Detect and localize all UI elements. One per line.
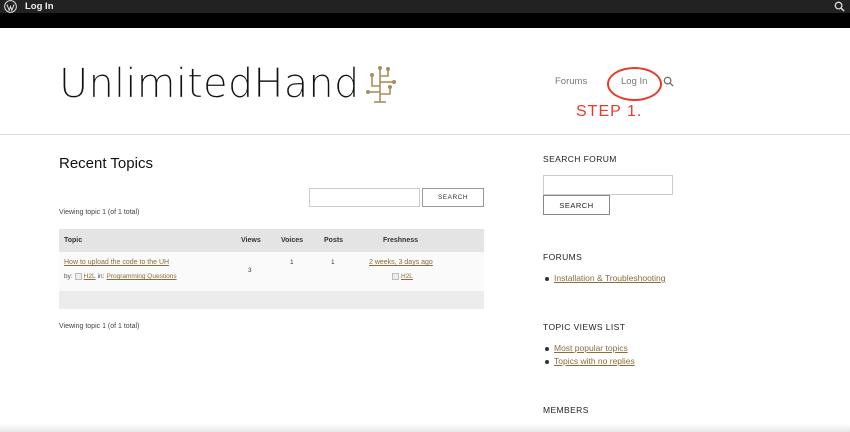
topic-views-heading: TOPIC VIEWS LIST (543, 322, 626, 332)
search-icon[interactable] (663, 76, 674, 87)
pagination-count: Viewing topic 1 (of 1 total) (59, 209, 140, 216)
adminbar-search-icon[interactable] (834, 1, 845, 12)
nav-forums[interactable]: Forums (555, 76, 587, 87)
header-band (0, 13, 850, 28)
forum-link[interactable]: Programming Questions (106, 273, 176, 280)
table-footer (59, 291, 484, 309)
col-posts: Posts (324, 237, 344, 244)
list-item: Installation & Troubleshooting (545, 272, 666, 285)
freshness-avatar (392, 273, 399, 280)
logo-text: UnlimitedHand (59, 61, 360, 107)
col-freshness: Freshness (383, 237, 419, 244)
topics-table: Topic Views Voices Posts Freshness How t… (59, 229, 484, 309)
site-header: UnlimitedHand Forums Log In STEP 1. (0, 28, 850, 135)
author-link[interactable]: H2L (84, 273, 96, 280)
topic-title-link[interactable]: How to upload the code to the UH (64, 259, 169, 266)
adminbar-login-link[interactable]: Log In (25, 0, 54, 13)
col-views: Views (241, 237, 261, 244)
in-label: in: (97, 273, 105, 280)
table-row: How to upload the code to the UH by: H2L… (59, 252, 484, 291)
table-header: Topic Views Voices Posts Freshness (59, 229, 484, 252)
col-voices: Voices (281, 237, 304, 244)
wordpress-icon[interactable] (4, 0, 17, 13)
author-avatar (74, 273, 82, 280)
site-logo[interactable]: UnlimitedHand (59, 64, 398, 104)
list-item: Topics with no replies (545, 355, 635, 368)
views-count: 3 (248, 267, 252, 274)
most-popular-link[interactable]: Most popular topics (554, 343, 628, 353)
topic-search-button[interactable]: SEARCH (422, 188, 484, 207)
members-heading: MEMBERS (543, 405, 589, 415)
admin-bar: Log In (0, 0, 850, 13)
page-title: Recent Topics (59, 155, 153, 172)
forum-search-button[interactable]: SEARCH (543, 195, 610, 215)
pagination-count-bottom: Viewing topic 1 (of 1 total) (59, 323, 140, 330)
forums-heading: FORUMS (543, 252, 583, 262)
forum-search-input[interactable] (543, 175, 673, 195)
list-item: Most popular topics (545, 342, 635, 355)
search-forum-heading: SEARCH FORUM (543, 154, 617, 164)
by-label: by: (64, 273, 73, 280)
freshness-author-link[interactable]: H2L (401, 273, 413, 280)
forums-list: Installation & Troubleshooting (545, 272, 666, 285)
topic-views-list: Most popular topics Topics with no repli… (545, 342, 635, 368)
topic-search-input[interactable] (309, 188, 420, 207)
posts-count: 1 (331, 259, 335, 266)
circuit-tree-icon (365, 66, 396, 103)
topic-byline: by: H2L in: Programming Questions (64, 273, 177, 280)
step-annotation: STEP 1. (576, 103, 643, 120)
no-replies-link[interactable]: Topics with no replies (554, 356, 635, 366)
annotation-circle (607, 67, 662, 101)
col-topic: Topic (64, 237, 83, 244)
voices-count: 1 (290, 259, 294, 266)
freshness-link[interactable]: 2 weeks, 3 days ago (369, 259, 433, 266)
forum-installation-link[interactable]: Installation & Troubleshooting (554, 273, 666, 283)
bottom-fade (0, 424, 850, 432)
freshness-author: H2L (390, 273, 413, 280)
